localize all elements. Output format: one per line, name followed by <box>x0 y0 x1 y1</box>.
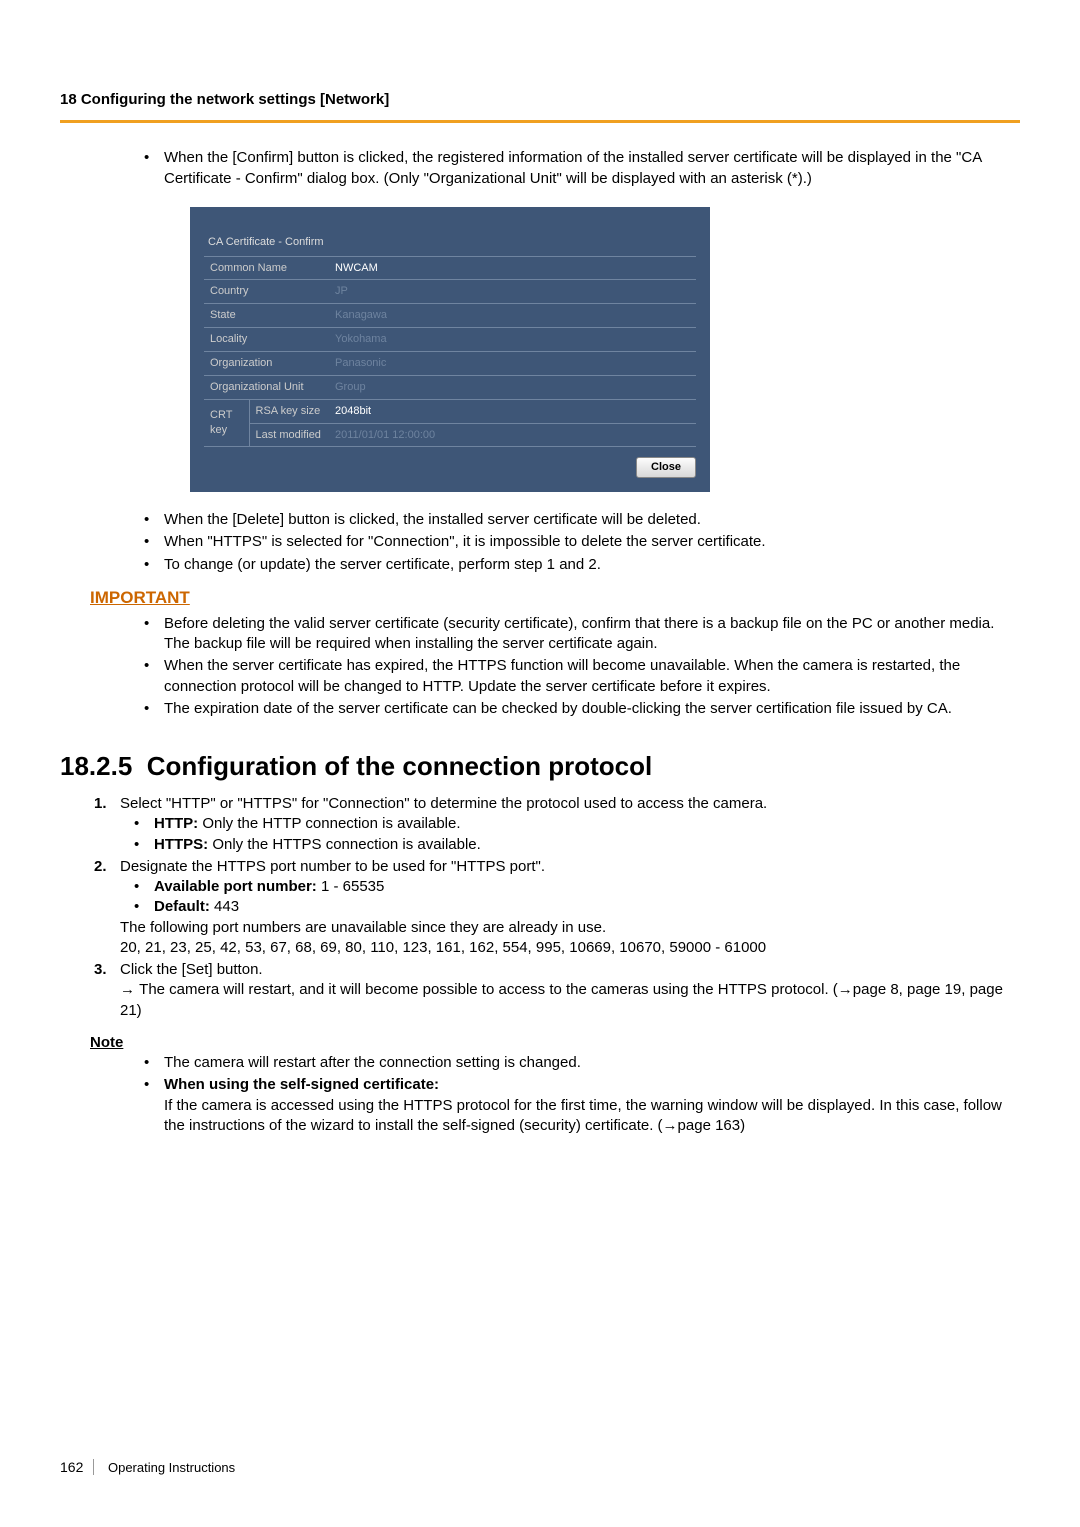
cert-value: Yokohama <box>329 328 696 352</box>
step-3: 3. Click the [Set] button. → The camera … <box>80 960 1020 1021</box>
section-number: 18.2.5 <box>60 751 132 781</box>
footer-doc-title: Operating Instructions <box>108 1460 235 1475</box>
step-text: Select "HTTP" or "HTTPS" for "Connection… <box>120 795 767 812</box>
cert-label: State <box>204 304 329 328</box>
note-heading: Note <box>90 1033 1020 1053</box>
table-row: Organizational UnitGroup <box>204 375 696 399</box>
important-item: The expiration date of the server certif… <box>130 699 1020 719</box>
table-row: CRT key RSA key size 2048bit <box>204 399 696 423</box>
cert-label: Country <box>204 280 329 304</box>
cert-value: NWCAM <box>329 257 696 280</box>
note-text: If the camera is accessed using the HTTP… <box>164 1097 1002 1134</box>
cert-label: Common Name <box>204 257 329 280</box>
table-row: CountryJP <box>204 280 696 304</box>
important-item: Before deleting the valid server certifi… <box>130 614 1020 655</box>
arrow-icon: → <box>120 981 135 998</box>
cert-value: Group <box>329 375 696 399</box>
section-title: Configuration of the connection protocol <box>147 751 653 781</box>
sub-item: Available port number: 1 - 65535 <box>120 877 1020 897</box>
crt-sublabel: RSA key size <box>249 399 329 423</box>
list-item: When the [Delete] button is clicked, the… <box>130 510 1020 530</box>
step-result: → The camera will restart, and it will b… <box>120 980 1020 1021</box>
note-item: When using the self-signed certificate: … <box>130 1075 1020 1136</box>
sub-item: Default: 443 <box>120 897 1020 917</box>
table-row: OrganizationPanasonic <box>204 351 696 375</box>
sub-item: HTTP: Only the HTTP connection is availa… <box>120 814 1020 834</box>
list-item: When "HTTPS" is selected for "Connection… <box>130 532 1020 552</box>
page-header-title: 18 Configuring the network settings [Net… <box>60 90 1020 110</box>
cert-label: Organization <box>204 351 329 375</box>
ca-certificate-confirm-dialog: CA Certificate - Confirm Common NameNWCA… <box>190 207 710 492</box>
step-number: 3. <box>94 960 107 980</box>
step-1: 1. Select "HTTP" or "HTTPS" for "Connect… <box>80 794 1020 855</box>
certificate-table: Common NameNWCAM CountryJP StateKanagawa… <box>204 257 696 448</box>
crt-sublabel: Last modified <box>249 423 329 447</box>
cert-label: Locality <box>204 328 329 352</box>
unavailable-ports-list: 20, 21, 23, 25, 42, 53, 67, 68, 69, 80, … <box>120 938 1020 958</box>
step-number: 2. <box>94 857 107 877</box>
crt-value: 2011/01/01 12:00:00 <box>329 423 696 447</box>
table-row: Last modified 2011/01/01 12:00:00 <box>204 423 696 447</box>
step-2: 2. Designate the HTTPS port number to be… <box>80 857 1020 958</box>
section-heading: 18.2.5 Configuration of the connection p… <box>60 749 1020 784</box>
content-block-1: When the [Confirm] button is clicked, th… <box>130 148 1020 575</box>
step-text: Designate the HTTPS port number to be us… <box>120 858 545 875</box>
dialog-title: CA Certificate - Confirm <box>204 229 696 257</box>
important-item: When the server certificate has expired,… <box>130 656 1020 697</box>
cert-value: JP <box>329 280 696 304</box>
table-row: Common NameNWCAM <box>204 257 696 280</box>
cert-value: Panasonic <box>329 351 696 375</box>
table-row: StateKanagawa <box>204 304 696 328</box>
note-item: The camera will restart after the connec… <box>130 1053 1020 1073</box>
crt-value: 2048bit <box>329 399 696 423</box>
important-heading: IMPORTANT <box>90 587 1020 610</box>
document-page: 18 Configuring the network settings [Net… <box>0 0 1080 1527</box>
list-item: To change (or update) the server certifi… <box>130 555 1020 575</box>
table-row: LocalityYokohama <box>204 328 696 352</box>
close-button[interactable]: Close <box>636 457 696 478</box>
note-subheading: When using the self-signed certificate: <box>164 1076 439 1093</box>
unavailable-ports-intro: The following port numbers are unavailab… <box>120 918 1020 938</box>
intro-bullet: When the [Confirm] button is clicked, th… <box>130 148 1020 189</box>
page-footer: 162 Operating Instructions <box>60 1458 235 1477</box>
step-text: Click the [Set] button. <box>120 961 263 978</box>
page-number: 162 <box>60 1459 94 1475</box>
crt-key-label: CRT key <box>204 399 249 447</box>
cert-label: Organizational Unit <box>204 375 329 399</box>
step-number: 1. <box>94 794 107 814</box>
sub-item: HTTPS: Only the HTTPS connection is avai… <box>120 835 1020 855</box>
header-divider <box>60 120 1020 123</box>
cert-value: Kanagawa <box>329 304 696 328</box>
